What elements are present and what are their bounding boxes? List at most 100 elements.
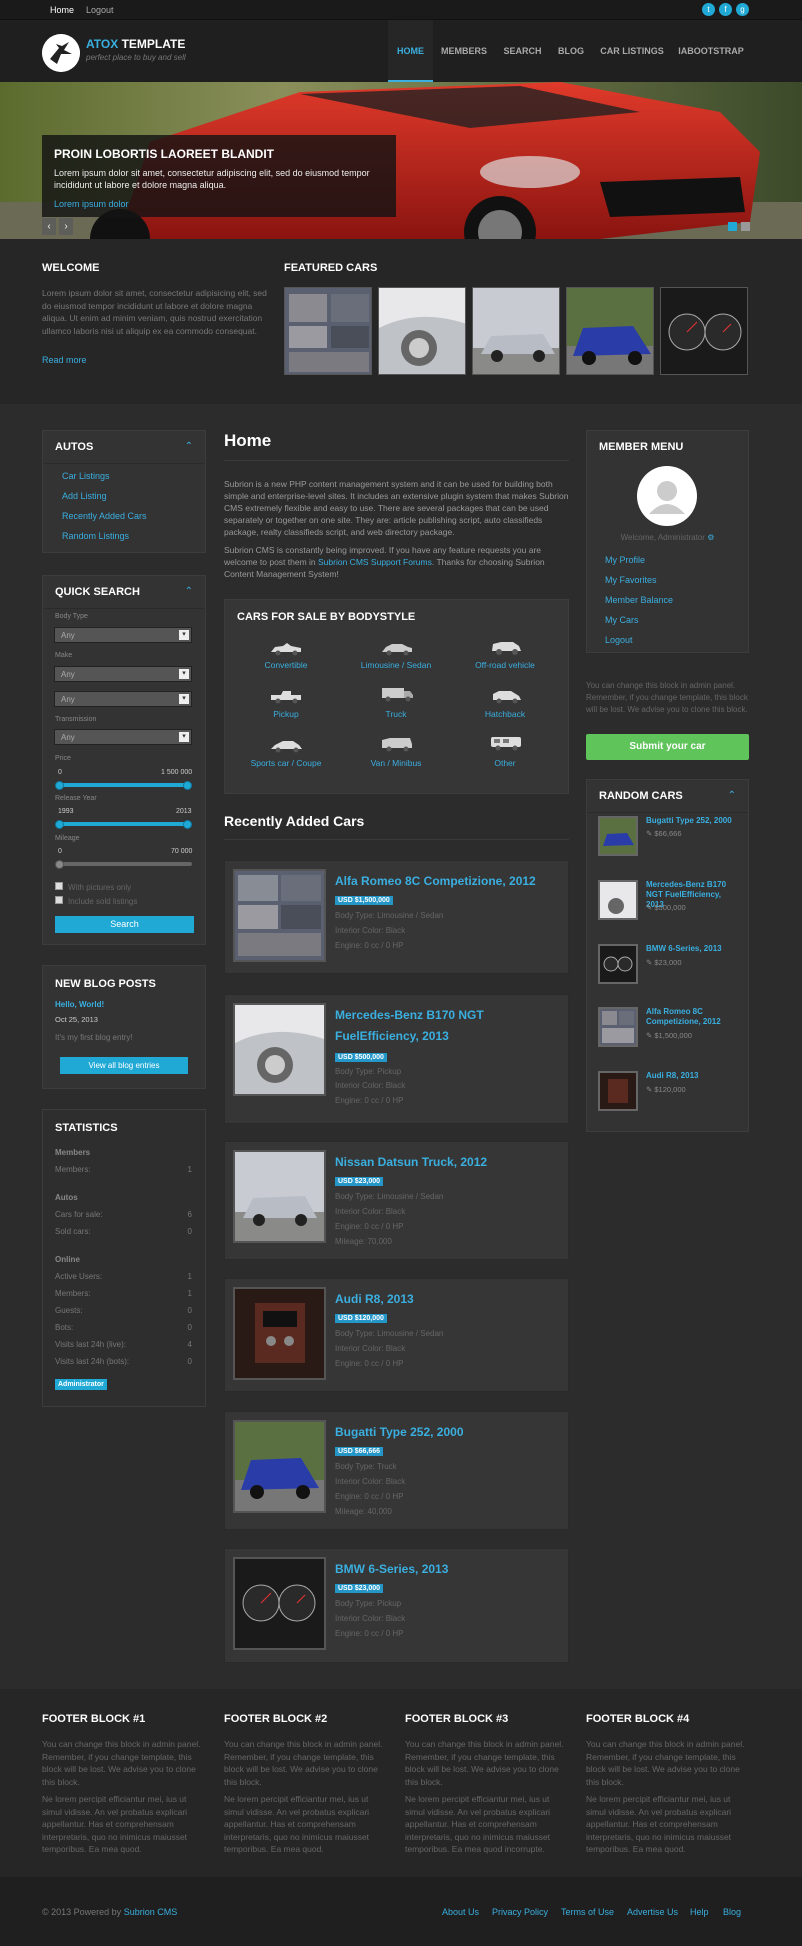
car-listing[interactable]: BMW 6-Series, 2013 USD $23,000 Body Type… [224,1548,569,1663]
car-listing[interactable]: Alfa Romeo 8C Competizione, 2012 USD $1,… [224,860,569,974]
member-link-cars[interactable]: My Cars [605,615,639,625]
slider-next-icon[interactable]: › [59,218,73,235]
car-image[interactable] [233,1150,326,1243]
autos-link-car-listings[interactable]: Car Listings [62,471,110,481]
view-all-blog-button[interactable]: View all blog entries [60,1057,188,1074]
member-link-logout[interactable]: Logout [605,635,633,645]
logo-title[interactable]: ATOX TEMPLATE [86,37,185,51]
car-title[interactable]: Audi R8, 2013 [335,1289,560,1310]
search-button[interactable]: Search [55,916,194,933]
car-title[interactable]: Mercedes-Benz B170 NGT FuelEfficiency, 2… [335,1005,560,1047]
featured-car-5[interactable] [660,287,748,375]
collapse-icon[interactable]: ⌃ [185,441,193,452]
twitter-icon[interactable]: t [702,3,715,16]
year-min-handle[interactable] [55,820,64,829]
price-max-handle[interactable] [183,781,192,790]
nav-blog[interactable]: BLOG [552,20,590,82]
bodystyle-truck[interactable]: Truck [351,709,441,719]
nav-car-listings[interactable]: CAR LISTINGS [597,20,667,82]
nav-home[interactable]: HOME [388,20,433,82]
include-sold-checkbox[interactable] [55,896,63,904]
car-title[interactable]: Alfa Romeo 8C Competizione, 2012 [335,871,560,892]
sports-car-icon[interactable] [269,737,303,753]
car-image[interactable] [233,869,326,962]
collapse-icon[interactable]: ⌃ [185,586,193,597]
footer-link-about[interactable]: About Us [442,1907,479,1917]
truck-icon[interactable] [380,686,414,702]
footer-link-privacy[interactable]: Privacy Policy [492,1907,548,1917]
van-icon[interactable] [380,736,414,752]
car-image[interactable] [233,1003,326,1096]
autos-link-add-listing[interactable]: Add Listing [62,491,107,501]
hero-link[interactable]: Lorem ipsum dolor [54,199,384,209]
random-car-image[interactable] [598,1007,638,1047]
body-type-select[interactable]: Any ▾ [54,627,192,643]
featured-car-1[interactable] [284,287,372,375]
price-min-handle[interactable] [55,781,64,790]
random-car-title[interactable]: Audi R8, 2013 [646,1071,734,1081]
footer-link-help[interactable]: Help [690,1907,709,1917]
autos-link-recently-added[interactable]: Recently Added Cars [62,511,147,521]
nav-members[interactable]: MEMBERS [438,20,490,82]
featured-car-3[interactable] [472,287,560,375]
random-car-title[interactable]: BMW 6-Series, 2013 [646,944,734,954]
pickup-icon[interactable] [269,688,303,704]
car-listing[interactable]: Mercedes-Benz B170 NGT FuelEfficiency, 2… [224,994,569,1124]
autos-link-random[interactable]: Random Listings [62,531,129,541]
slider-dot-2[interactable] [741,222,750,231]
car-title[interactable]: Nissan Datsun Truck, 2012 [335,1152,560,1173]
member-link-profile[interactable]: My Profile [605,555,645,565]
top-home-link[interactable]: Home [50,5,74,15]
random-car-title[interactable]: Bugatti Type 252, 2000 [646,816,734,826]
footer-link-terms[interactable]: Terms of Use [561,1907,614,1917]
bodystyle-other[interactable]: Other [460,758,550,768]
make-select[interactable]: Any ▾ [54,666,192,682]
collapse-icon[interactable]: ⌃ [728,790,736,801]
hatchback-icon[interactable] [489,688,523,704]
model-select[interactable]: Any ▾ [54,691,192,707]
member-link-favorites[interactable]: My Favorites [605,575,657,585]
support-forums-link[interactable]: Subrion CMS Support Forums [318,557,432,567]
other-vehicle-icon[interactable] [489,735,523,751]
bodystyle-hatchback[interactable]: Hatchback [460,709,550,719]
random-car-image[interactable] [598,816,638,856]
featured-car-2[interactable] [378,287,466,375]
footer-link-advertise[interactable]: Advertise Us [627,1907,678,1917]
car-image[interactable] [233,1420,326,1513]
bodystyle-sports[interactable]: Sports car / Coupe [241,758,331,768]
top-logout-link[interactable]: Logout [86,5,114,15]
car-listing[interactable]: Audi R8, 2013 USD $120,000 Body Type: Li… [224,1278,569,1392]
random-car-image[interactable] [598,880,638,920]
blog-post-title[interactable]: Hello, World! [55,1000,104,1009]
convertible-icon[interactable] [269,640,303,656]
bodystyle-offroad[interactable]: Off-road vehicle [460,660,550,670]
bodystyle-sedan[interactable]: Limousine / Sedan [351,660,441,670]
random-car-title[interactable]: Alfa Romeo 8C Competizione, 2012 [646,1007,734,1027]
car-listing[interactable]: Bugatti Type 252, 2000 USD $66,666 Body … [224,1411,569,1530]
hero-slider[interactable]: PROIN LOBORTIS LAOREET BLANDIT Lorem ips… [0,82,802,239]
avatar[interactable] [637,466,697,526]
featured-car-4[interactable] [566,287,654,375]
transmission-select[interactable]: Any ▾ [54,729,192,745]
footer-link-blog[interactable]: Blog [723,1907,741,1917]
year-max-handle[interactable] [183,820,192,829]
random-car-image[interactable] [598,944,638,984]
car-image[interactable] [233,1557,326,1650]
submit-car-button[interactable]: Submit your car [586,734,749,760]
bodystyle-convertible[interactable]: Convertible [241,660,331,670]
car-title[interactable]: Bugatti Type 252, 2000 [335,1422,560,1443]
welcome-read-more[interactable]: Read more [42,355,87,365]
car-image[interactable] [233,1287,326,1380]
offroad-icon[interactable] [489,639,523,655]
facebook-icon[interactable]: f [719,3,732,16]
bodystyle-van[interactable]: Van / Minibus [351,758,441,768]
nav-search[interactable]: SEARCH [500,20,545,82]
with-pictures-checkbox[interactable] [55,882,63,890]
slider-dot-1[interactable] [728,222,737,231]
logo-icon[interactable] [42,34,80,72]
administrator-badge[interactable]: Administrator [55,1379,107,1390]
nav-iabootstrap[interactable]: IABOOTSTRAP [675,20,747,82]
car-listing[interactable]: Nissan Datsun Truck, 2012 USD $23,000 Bo… [224,1141,569,1260]
mileage-slider[interactable] [59,862,192,866]
googleplus-icon[interactable]: g [736,3,749,16]
